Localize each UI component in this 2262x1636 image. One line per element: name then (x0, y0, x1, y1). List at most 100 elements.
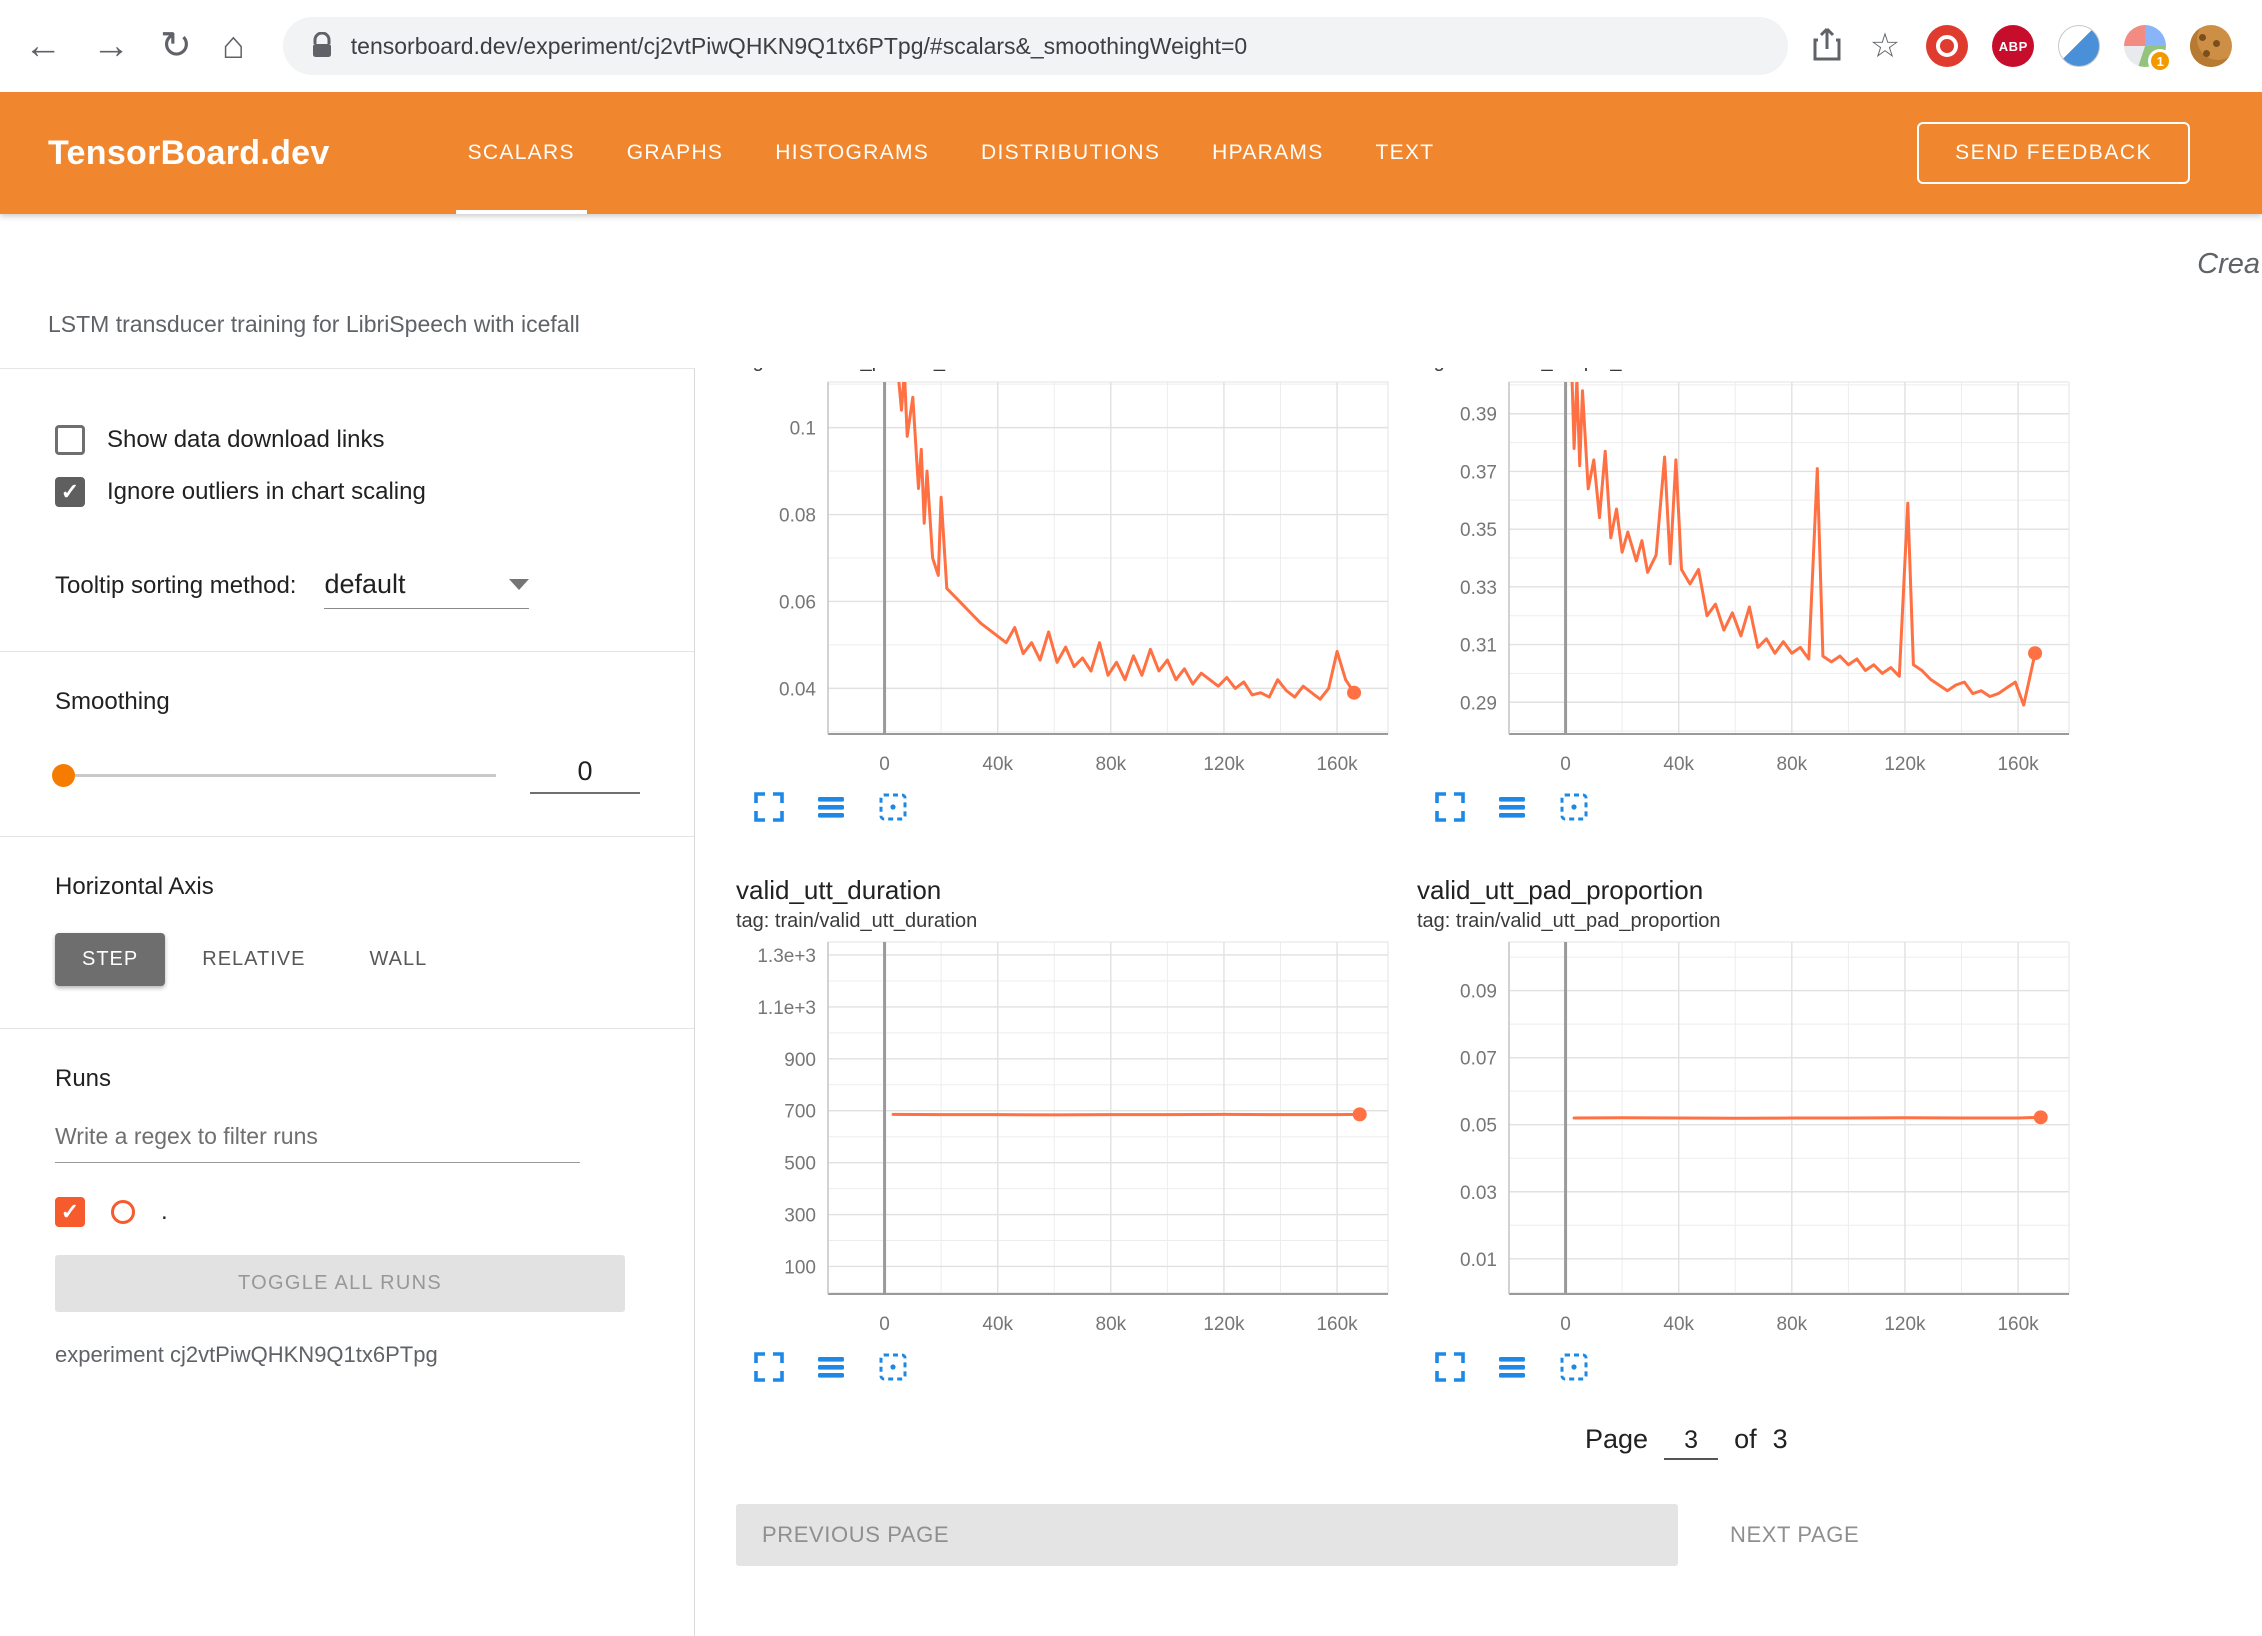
svg-text:0: 0 (879, 1314, 890, 1335)
lock-icon (311, 32, 333, 60)
bookmark-star-icon[interactable]: ☆ (1870, 29, 1900, 63)
chart-tag: tag: train/valid_utt_duration (736, 906, 1396, 936)
svg-text:0.07: 0.07 (1460, 1049, 1497, 1070)
svg-text:40k: 40k (982, 754, 1013, 775)
settings-sidebar: Show data download links Ignore outliers… (0, 368, 695, 1636)
chart-toolbar (752, 1350, 1396, 1384)
blue-extension-icon[interactable] (2058, 25, 2100, 67)
page-total: 3 (1773, 1424, 1788, 1455)
experiment-id-label: experiment cj2vtPiwQHKN9Q1tx6PTpg (55, 1342, 654, 1368)
runs-selector-icon[interactable] (1495, 1350, 1529, 1384)
fit-domain-icon[interactable] (876, 1350, 910, 1384)
home-icon[interactable]: ⌂ (222, 27, 245, 65)
runs-selector-icon[interactable] (1495, 790, 1529, 824)
send-feedback-button[interactable]: SEND FEEDBACK (1917, 122, 2190, 184)
svg-text:0: 0 (1560, 754, 1571, 775)
svg-text:0.05: 0.05 (1460, 1116, 1497, 1137)
run-color-ring-icon[interactable] (111, 1200, 135, 1224)
chart-tag: tag: train/valid_simple_loss (1417, 368, 2077, 376)
forward-icon[interactable]: → (92, 27, 130, 65)
chart-plot-valid_utt_duration[interactable]: 1003005007009001.1e+31.3e+3040k80k120k16… (736, 936, 1396, 1348)
runs-selector-icon[interactable] (814, 1350, 848, 1384)
chart-card-valid_simple_loss: tag: train/valid_simple_loss0.290.310.33… (1417, 368, 2077, 824)
svg-text:0.06: 0.06 (779, 592, 816, 613)
run-checkbox-icon[interactable] (55, 1197, 85, 1227)
slider-thumb[interactable] (52, 764, 75, 787)
tab-text[interactable]: TEXT (1350, 92, 1461, 214)
axis-step-button[interactable]: STEP (55, 933, 165, 986)
expand-chart-icon[interactable] (752, 1350, 786, 1384)
expand-chart-icon[interactable] (1433, 790, 1467, 824)
url-text: tensorboard.dev/experiment/cj2vtPiwQHKN9… (351, 33, 1247, 60)
chart-card-valid_utt_duration: valid_utt_durationtag: train/valid_utt_d… (736, 870, 1396, 1384)
svg-text:0.03: 0.03 (1460, 1183, 1497, 1204)
expand-chart-icon[interactable] (1433, 1350, 1467, 1384)
tooltip-sort-select[interactable]: default (324, 569, 529, 609)
svg-text:0.1: 0.1 (790, 419, 816, 440)
adblock-extension-icon[interactable] (1926, 25, 1968, 67)
smoothing-value-input[interactable]: 0 (530, 756, 640, 794)
svg-text:500: 500 (784, 1154, 816, 1175)
svg-text:40k: 40k (1663, 1314, 1694, 1335)
svg-text:0.31: 0.31 (1460, 636, 1497, 657)
reload-icon[interactable]: ↻ (160, 27, 192, 65)
axis-relative-button[interactable]: RELATIVE (175, 933, 332, 986)
checkbox-unchecked-icon (55, 425, 85, 455)
fit-domain-icon[interactable] (1557, 790, 1591, 824)
svg-text:0.01: 0.01 (1460, 1250, 1497, 1271)
runs-selector-icon[interactable] (814, 790, 848, 824)
svg-text:0: 0 (879, 754, 890, 775)
svg-text:120k: 120k (1884, 1314, 1926, 1335)
fit-domain-icon[interactable] (1557, 1350, 1591, 1384)
svg-text:700: 700 (784, 1102, 816, 1123)
svg-text:1.3e+3: 1.3e+3 (757, 946, 816, 967)
checkbox-checked-icon (55, 477, 85, 507)
charts-main: tag: train/valid_pruned_loss0.040.060.08… (695, 368, 2262, 1636)
svg-text:80k: 80k (1777, 1314, 1808, 1335)
tab-distributions[interactable]: DISTRIBUTIONS (955, 92, 1186, 214)
cookie-extension-icon[interactable] (2190, 25, 2232, 67)
svg-text:0.29: 0.29 (1460, 693, 1497, 714)
page-number-input[interactable]: 3 (1664, 1426, 1718, 1460)
run-row[interactable]: . (55, 1197, 654, 1227)
next-page-button[interactable]: NEXT PAGE (1730, 1522, 1859, 1548)
smoothing-slider[interactable] (55, 774, 496, 777)
address-bar[interactable]: tensorboard.dev/experiment/cj2vtPiwQHKN9… (283, 17, 1788, 75)
top-nav-tabs: SCALARS GRAPHS HISTOGRAMS DISTRIBUTIONS … (442, 92, 1461, 214)
expand-chart-icon[interactable] (752, 790, 786, 824)
svg-text:0.35: 0.35 (1460, 520, 1497, 541)
svg-text:160k: 160k (1316, 1314, 1358, 1335)
abp-extension-icon[interactable]: ABP (1992, 25, 2034, 67)
smoothing-label: Smoothing (55, 688, 654, 716)
chart-card-valid_utt_pad_proportion: valid_utt_pad_proportiontag: train/valid… (1417, 870, 2077, 1384)
divider (0, 1028, 695, 1029)
fit-domain-icon[interactable] (876, 790, 910, 824)
svg-text:0.04: 0.04 (779, 679, 816, 700)
tab-scalars[interactable]: SCALARS (442, 92, 601, 214)
tab-hparams[interactable]: HPARAMS (1186, 92, 1349, 214)
toggle-all-runs-button[interactable]: TOGGLE ALL RUNS (55, 1255, 625, 1312)
svg-text:0.08: 0.08 (779, 506, 816, 527)
svg-text:1.1e+3: 1.1e+3 (757, 998, 816, 1019)
tab-histograms[interactable]: HISTOGRAMS (749, 92, 955, 214)
chart-title: valid_utt_pad_proportion (1417, 870, 2077, 906)
chart-plot-valid_pruned_loss[interactable]: 0.040.060.080.1040k80k120k160k (736, 376, 1396, 788)
svg-text:160k: 160k (1997, 1314, 2039, 1335)
charts-grid: tag: train/valid_pruned_loss0.040.060.08… (736, 368, 2262, 1384)
chart-plot-valid_utt_pad_proportion[interactable]: 0.010.030.050.070.09040k80k120k160k (1417, 936, 2077, 1348)
runs-filter-input[interactable] (55, 1123, 580, 1163)
tensorboard-logo[interactable]: TensorBoard.dev (48, 134, 330, 173)
previous-page-button[interactable]: PREVIOUS PAGE (736, 1504, 1678, 1566)
chart-plot-valid_simple_loss[interactable]: 0.290.310.330.350.370.39040k80k120k160k (1417, 376, 2077, 788)
share-icon[interactable] (1810, 25, 1844, 68)
clipped-right-text: Crea (2197, 248, 2260, 281)
ignore-outliers-row[interactable]: Ignore outliers in chart scaling (55, 477, 654, 507)
axis-wall-button[interactable]: WALL (342, 933, 454, 986)
show-download-links-row[interactable]: Show data download links (55, 425, 654, 455)
profile-avatar[interactable]: 1 (2124, 25, 2166, 67)
show-download-links-label: Show data download links (107, 426, 385, 454)
svg-text:40k: 40k (1663, 754, 1694, 775)
svg-text:0.09: 0.09 (1460, 982, 1497, 1003)
back-icon[interactable]: ← (24, 27, 62, 65)
tab-graphs[interactable]: GRAPHS (601, 92, 750, 214)
